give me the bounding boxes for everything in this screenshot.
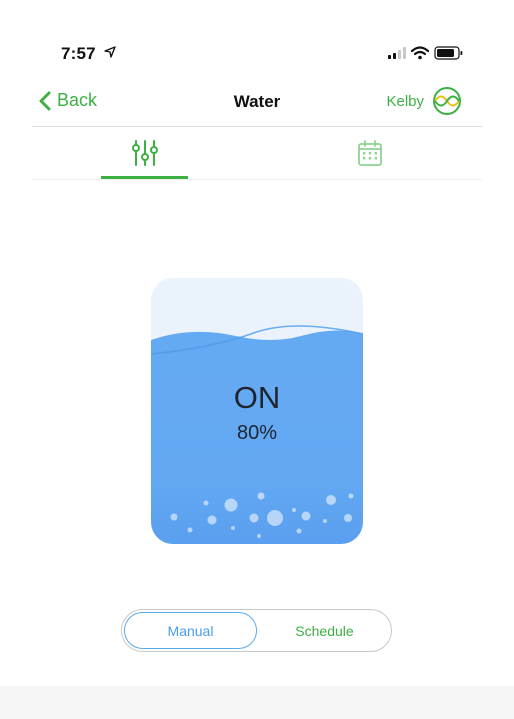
tab-schedule[interactable] [322,127,417,179]
user-name: Kelby [386,92,424,110]
tank-status: ON [233,380,281,415]
calendar-icon [357,140,382,166]
user-profile-button[interactable]: Kelby [386,86,462,116]
status-bar: 7:57 [0,0,514,80]
navigation-bar: Back Water Kelby [32,84,482,127]
active-tab-indicator [101,176,188,179]
back-button[interactable]: Back [39,90,97,111]
tab-bar [32,127,482,180]
cellular-signal-icon [388,47,406,59]
sliders-icon [131,140,158,166]
schedule-mode-button[interactable]: Schedule [258,612,391,649]
back-label: Back [57,90,98,110]
user-logo-icon [433,87,461,115]
wifi-icon [410,46,430,60]
tank-level: 80% [236,422,278,444]
bottom-strip [0,686,514,719]
mode-toggle: Manual Schedule [121,609,392,652]
location-arrow-icon [104,45,116,63]
battery-icon [434,46,463,60]
manual-mode-button[interactable]: Manual [124,612,257,649]
chevron-left-icon [39,91,51,110]
status-time: 7:57 [61,44,96,63]
tab-controls[interactable] [101,127,188,179]
water-tank: ON 80% [151,278,363,544]
